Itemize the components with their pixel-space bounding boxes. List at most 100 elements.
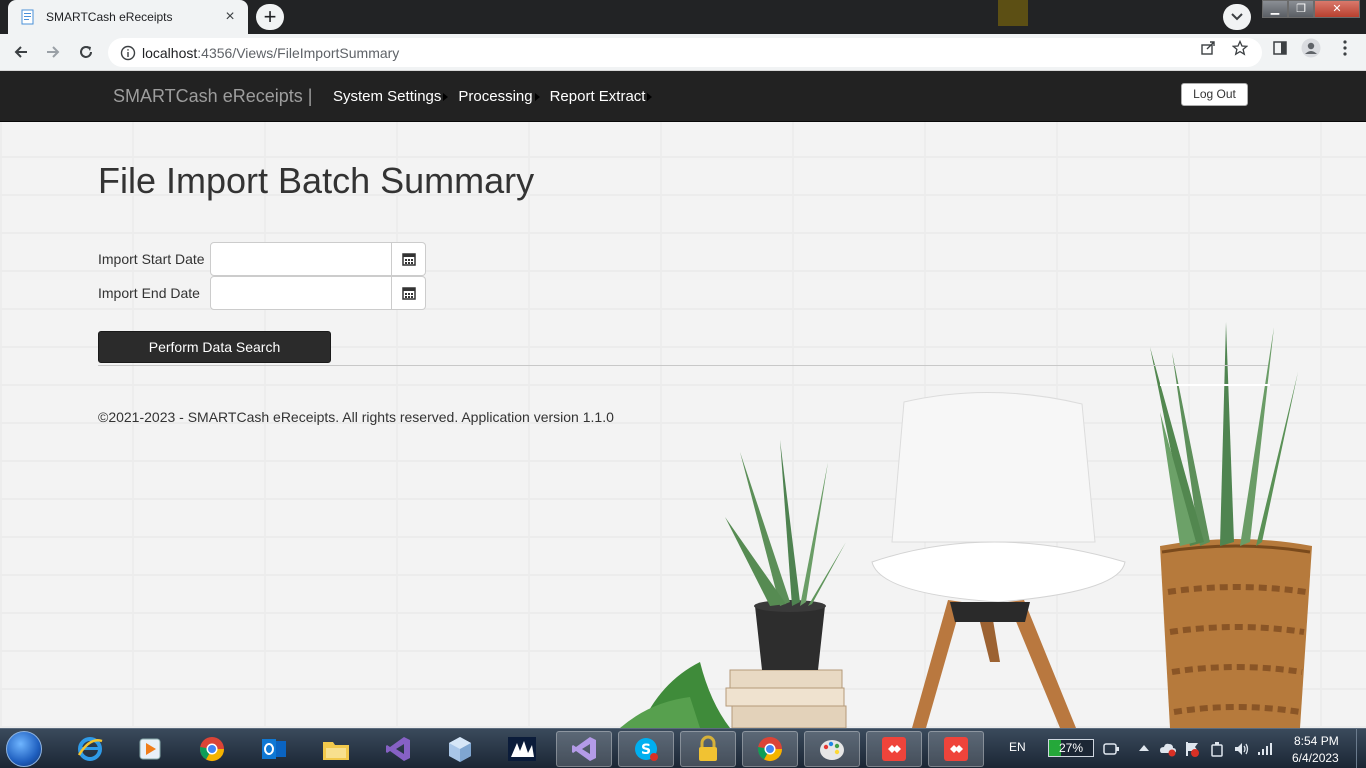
onedrive-icon[interactable] bbox=[1159, 741, 1177, 757]
arrow-left-icon bbox=[14, 46, 27, 58]
taskbar-virtualbox[interactable] bbox=[432, 731, 488, 767]
anydesk-icon bbox=[944, 737, 968, 761]
visual-studio-icon bbox=[386, 737, 410, 761]
main-menu: System Settings Processing Report Extrac… bbox=[333, 88, 662, 105]
arrow-right-icon bbox=[47, 46, 60, 58]
browser-tab[interactable]: SMARTCash eReceipts × bbox=[8, 0, 248, 34]
volume-icon[interactable] bbox=[1233, 741, 1249, 757]
white-chair bbox=[871, 392, 1126, 728]
menu-item-system-settings[interactable]: System Settings bbox=[333, 88, 449, 105]
profile-avatar-icon[interactable] bbox=[1301, 38, 1321, 58]
tab-search-button[interactable] bbox=[1223, 4, 1251, 30]
info-icon[interactable] bbox=[120, 45, 136, 61]
new-tab-button[interactable]: + bbox=[256, 4, 284, 30]
forward-button[interactable] bbox=[41, 40, 65, 64]
logout-button[interactable]: Log Out bbox=[1181, 83, 1248, 106]
taskbar-anydesk[interactable] bbox=[866, 731, 922, 767]
minimize-button[interactable]: ▁ bbox=[1262, 0, 1288, 18]
outlook-icon bbox=[262, 739, 286, 759]
share-icon[interactable] bbox=[1198, 38, 1218, 58]
divider bbox=[98, 365, 1268, 366]
power-plug-icon[interactable] bbox=[1102, 741, 1120, 757]
menu-kebab-icon[interactable] bbox=[1335, 38, 1355, 58]
menu-label: System Settings bbox=[333, 88, 442, 105]
perform-data-search-button[interactable]: Perform Data Search bbox=[98, 331, 331, 363]
calendar-icon bbox=[401, 253, 416, 266]
lock-icon bbox=[699, 735, 717, 761]
caret-right-icon bbox=[647, 92, 653, 101]
caret-right-icon bbox=[443, 92, 449, 101]
taskbar-chrome-active[interactable] bbox=[742, 731, 798, 767]
show-hidden-icons-icon[interactable] bbox=[1138, 743, 1150, 753]
taskbar-dynamics[interactable] bbox=[494, 731, 550, 767]
page-footer: ©2021-2023 - SMARTCash eReceipts. All ri… bbox=[98, 409, 614, 425]
extension-icon[interactable] bbox=[998, 0, 1028, 26]
reload-button[interactable] bbox=[74, 40, 98, 64]
taskbar-media-player[interactable] bbox=[122, 731, 178, 767]
taskbar-internet-explorer[interactable] bbox=[62, 731, 118, 767]
folder-icon bbox=[323, 742, 349, 760]
address-bar[interactable]: localhost:4356/Views/FileImportSummary bbox=[108, 38, 1262, 67]
cube-icon bbox=[449, 737, 471, 762]
taskbar-skype[interactable]: S bbox=[618, 731, 674, 767]
taskbar-paint[interactable] bbox=[804, 731, 860, 767]
taskbar-anydesk-2[interactable] bbox=[928, 731, 984, 767]
taskbar-visual-studio-alt[interactable] bbox=[556, 731, 612, 767]
background-scene-image bbox=[620, 322, 1312, 728]
taskbar-chrome[interactable] bbox=[184, 731, 240, 767]
bookmark-star-icon[interactable] bbox=[1230, 38, 1250, 58]
taskbar-visual-studio[interactable] bbox=[370, 731, 426, 767]
end-date-picker-button[interactable] bbox=[392, 276, 426, 310]
end-date-input[interactable] bbox=[210, 276, 392, 310]
back-button[interactable] bbox=[9, 40, 33, 64]
browser-toolbar: localhost:4356/Views/FileImportSummary bbox=[0, 34, 1366, 71]
battery-percent: 27% bbox=[1059, 741, 1084, 755]
menu-item-report-extract[interactable]: Report Extract bbox=[550, 88, 653, 105]
action-center-flag-icon[interactable] bbox=[1184, 740, 1200, 758]
dynamics-icon bbox=[508, 737, 536, 761]
app-brand[interactable]: SMARTCash eReceipts | bbox=[113, 86, 312, 107]
taskbar-file-explorer[interactable] bbox=[308, 731, 364, 767]
taskbar-security-lock[interactable] bbox=[680, 731, 736, 767]
close-tab-icon[interactable]: × bbox=[222, 9, 238, 25]
start-date-input[interactable] bbox=[210, 242, 392, 276]
anydesk-icon bbox=[882, 737, 906, 761]
page-title: File Import Batch Summary bbox=[98, 160, 535, 201]
clock-time[interactable]: 8:54 PM bbox=[1294, 734, 1339, 748]
clock-date[interactable]: 6/4/2023 bbox=[1292, 751, 1339, 765]
device-icon[interactable] bbox=[1209, 740, 1225, 758]
side-panel-icon[interactable] bbox=[1270, 38, 1290, 58]
url-text: localhost:4356/Views/FileImportSummary bbox=[142, 45, 399, 61]
browser-tabstrip: SMARTCash eReceipts × + ▁ ❐ ✕ bbox=[0, 0, 1366, 34]
paint-palette-icon bbox=[820, 740, 844, 760]
end-date-label: Import End Date bbox=[98, 285, 200, 301]
fern-plant bbox=[620, 662, 730, 728]
taskbar-outlook[interactable] bbox=[246, 731, 302, 767]
maximize-button[interactable]: ❐ bbox=[1288, 0, 1314, 18]
windows-taskbar: S EN 27% 8:54 PM 6/4/2023 bbox=[0, 728, 1366, 768]
page-content: File Import Batch Summary Import Start D… bbox=[0, 122, 1366, 728]
start-date-row: Import Start Date bbox=[98, 242, 426, 276]
end-date-row: Import End Date bbox=[98, 276, 426, 310]
window-controls: ▁ ❐ ✕ bbox=[1262, 0, 1360, 18]
chevron-down-icon bbox=[1231, 13, 1243, 21]
menu-item-processing[interactable]: Processing bbox=[458, 88, 540, 105]
menu-label: Processing bbox=[458, 88, 533, 105]
battery-indicator[interactable]: 27% bbox=[1048, 739, 1094, 757]
start-date-picker-button[interactable] bbox=[392, 242, 426, 276]
tab-title: SMARTCash eReceipts bbox=[46, 10, 173, 24]
page-icon bbox=[21, 9, 34, 25]
language-indicator[interactable]: EN bbox=[1009, 740, 1026, 754]
window-close-button[interactable]: ✕ bbox=[1314, 0, 1360, 18]
network-signal-icon[interactable] bbox=[1257, 741, 1273, 757]
menu-label: Report Extract bbox=[549, 88, 646, 105]
start-button[interactable] bbox=[6, 731, 42, 767]
url-path: :4356/Views/FileImportSummary bbox=[197, 44, 400, 61]
show-desktop-button[interactable] bbox=[1356, 729, 1366, 768]
internet-explorer-icon bbox=[77, 737, 103, 761]
skype-icon: S bbox=[635, 738, 658, 761]
start-date-label: Import Start Date bbox=[98, 251, 205, 267]
url-host: localhost bbox=[142, 44, 198, 61]
media-player-icon bbox=[139, 738, 161, 760]
visual-studio-icon bbox=[572, 737, 596, 761]
